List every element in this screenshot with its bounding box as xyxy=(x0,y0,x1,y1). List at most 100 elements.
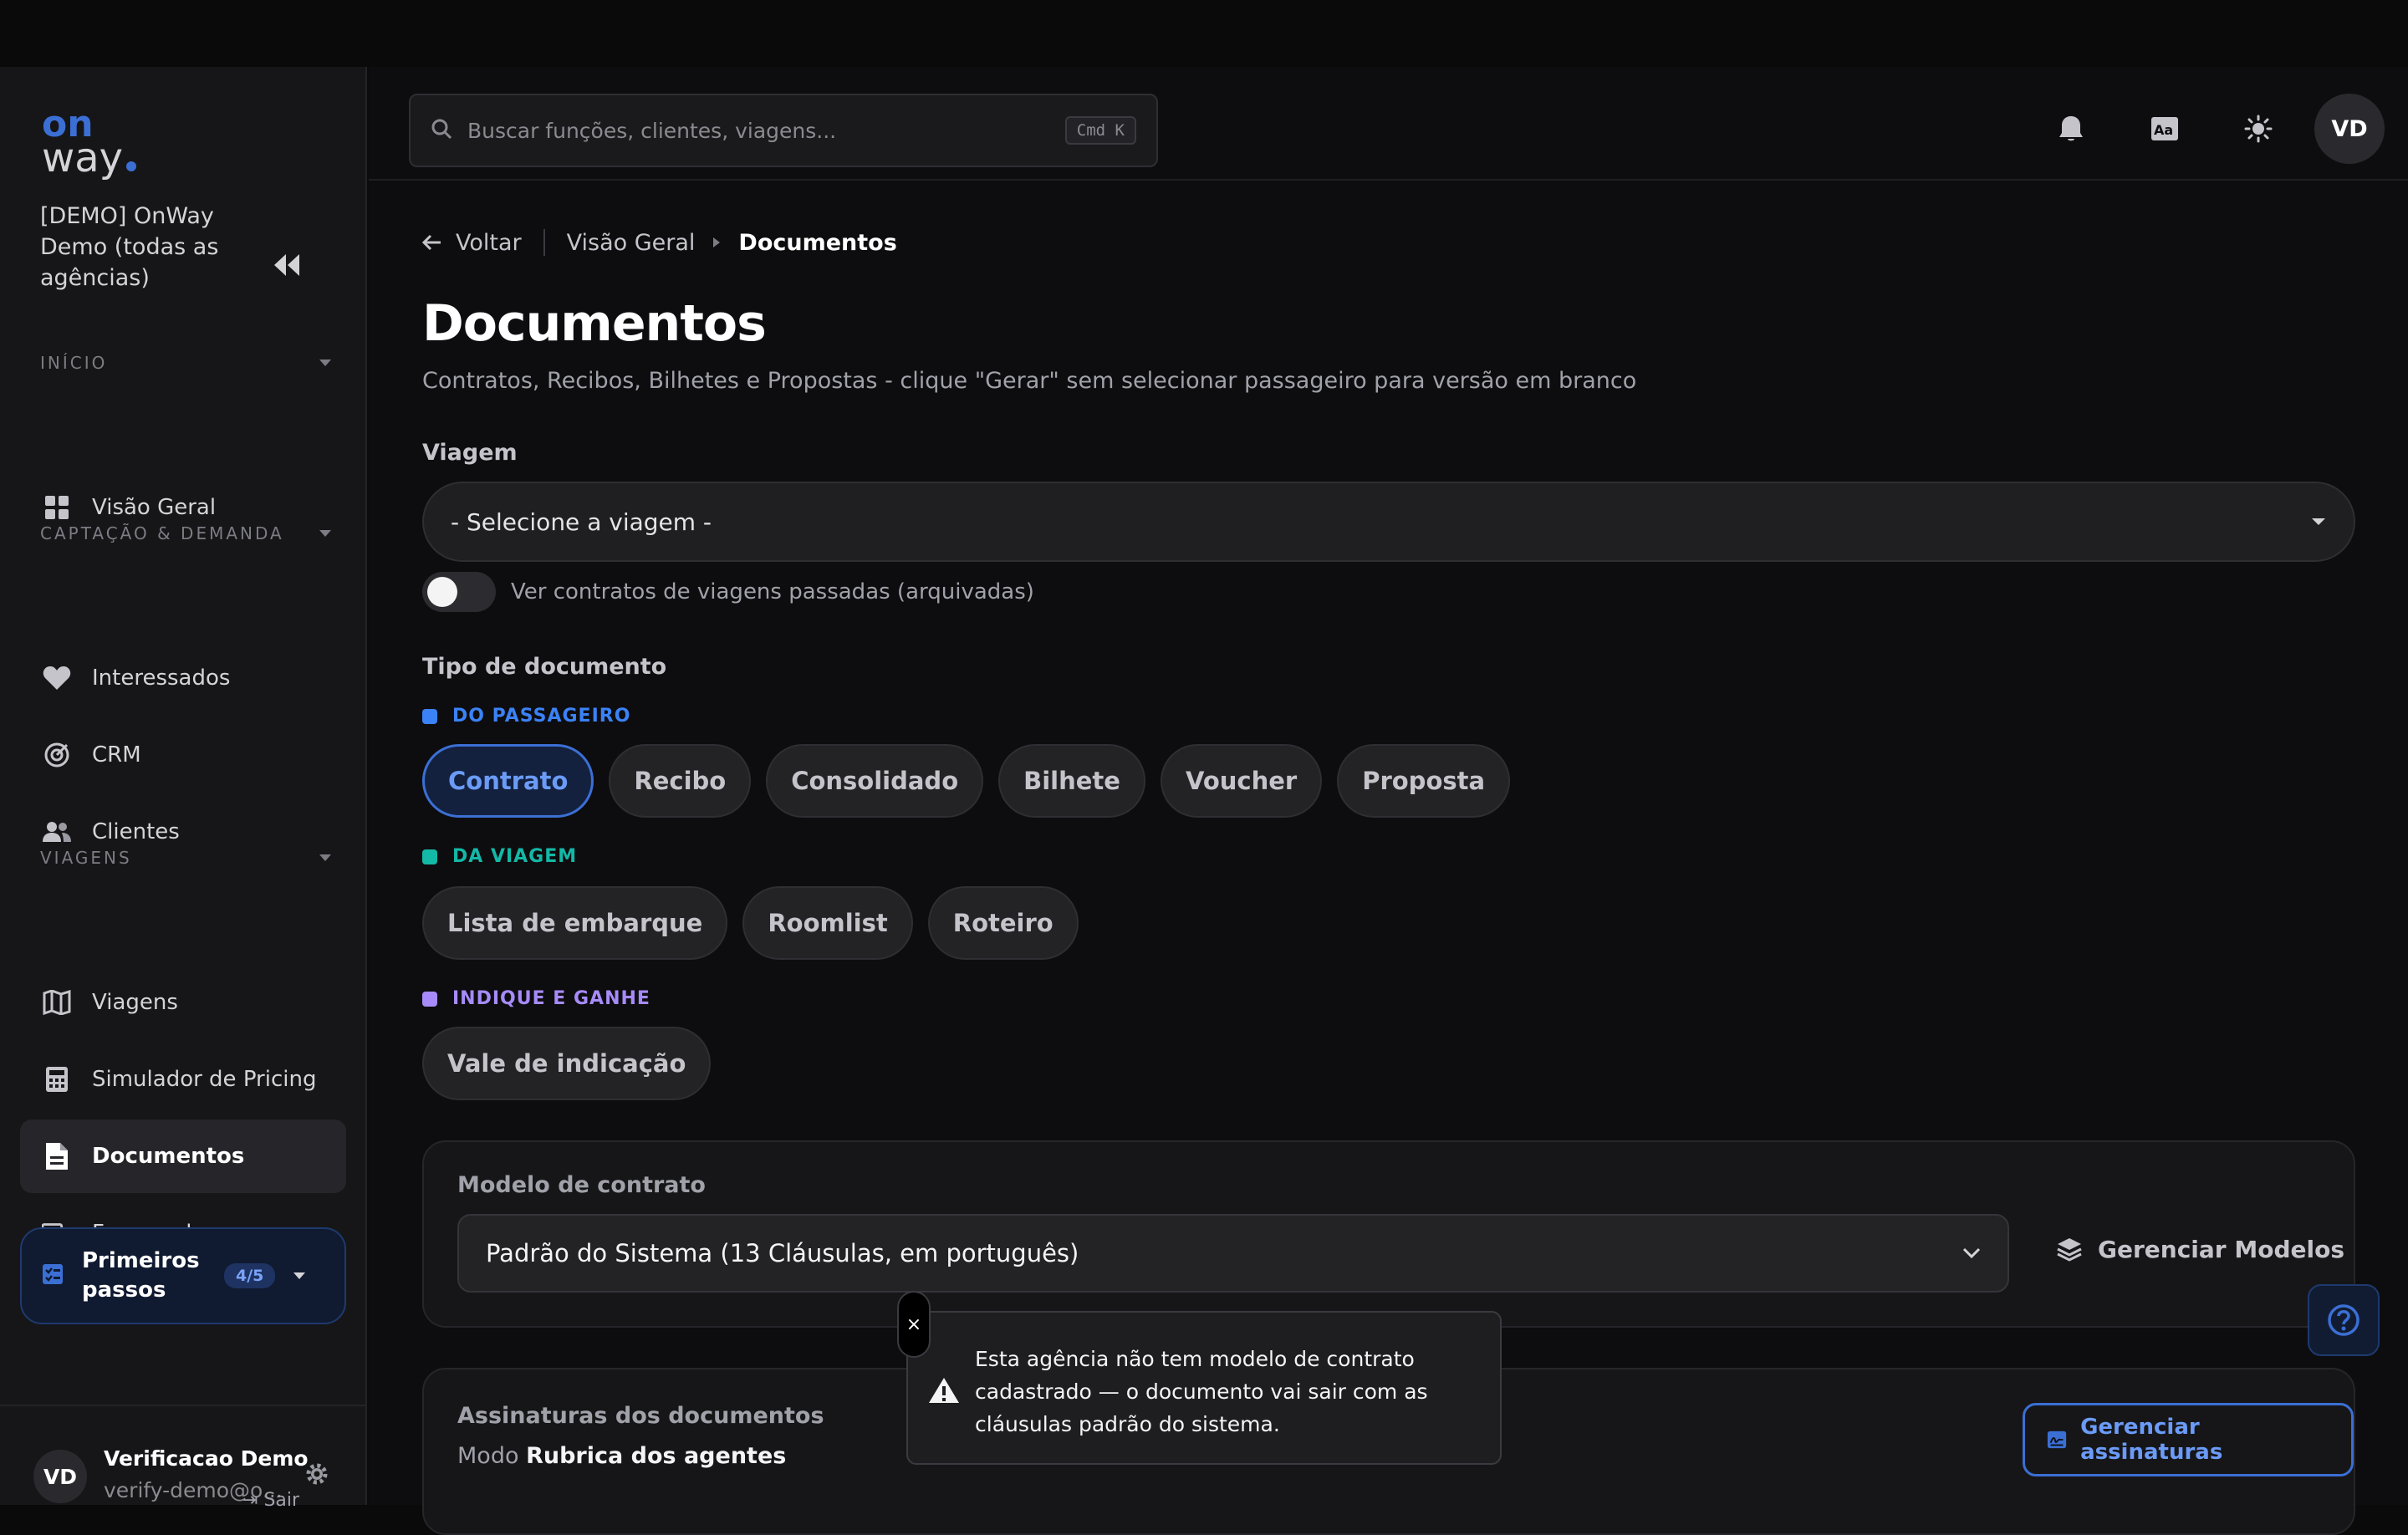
sidebar-item-label: Viagens xyxy=(92,990,178,1015)
help-button[interactable] xyxy=(2308,1284,2380,1356)
svg-text:Aa: Aa xyxy=(2154,122,2173,138)
logout-link[interactable]: ⇥ Sair xyxy=(242,1490,299,1511)
signature-mode-value: Rubrica dos agentes xyxy=(526,1443,787,1469)
sidebar-item-viagens[interactable]: Viagens xyxy=(20,966,346,1039)
archived-toggle[interactable] xyxy=(422,572,496,612)
sidebar-item-label: CRM xyxy=(92,742,141,768)
contract-model-select[interactable]: Padrão do Sistema (13 Cláusulas, em port… xyxy=(457,1214,2009,1293)
signature-mode-prefix: Modo xyxy=(457,1443,519,1469)
chevron-down-icon xyxy=(1962,1247,1981,1259)
chip-roomlist[interactable]: Roomlist xyxy=(742,886,913,960)
chip-vale-indicacao[interactable]: Vale de indicação xyxy=(422,1027,712,1100)
section-captacao[interactable]: CAPTAÇÃO & DEMANDA xyxy=(40,523,333,543)
group-color-marker xyxy=(422,991,437,1007)
heart-icon xyxy=(42,663,72,693)
section-label: CAPTAÇÃO & DEMANDA xyxy=(40,523,284,543)
chip-voucher[interactable]: Voucher xyxy=(1160,744,1323,818)
logout-icon: ⇥ xyxy=(242,1490,258,1511)
search-shortcut: Cmd K xyxy=(1064,116,1136,145)
chip-recibo[interactable]: Recibo xyxy=(609,744,752,818)
page-title: Documentos xyxy=(422,294,767,353)
manage-signatures-label: Gerenciar assinaturas xyxy=(2080,1415,2223,1465)
gear-icon[interactable] xyxy=(304,1461,329,1490)
contract-model-card: Modelo de contrato Padrão do Sistema (13… xyxy=(422,1140,2355,1328)
first-steps-progress: 4/5 xyxy=(224,1263,276,1288)
sidebar-item-label: Simulador de Pricing xyxy=(92,1067,317,1092)
chevron-right-icon xyxy=(713,237,721,247)
logo-dot xyxy=(126,161,137,171)
document-icon xyxy=(42,1141,72,1171)
chip-consolidado[interactable]: Consolidado xyxy=(766,744,984,818)
chevron-down-icon xyxy=(319,854,331,861)
sidebar-item-label: Visão Geral xyxy=(92,495,217,520)
warning-toast: Esta agência não tem modelo de contrato … xyxy=(906,1311,1502,1465)
chip-proposta[interactable]: Proposta xyxy=(1337,744,1511,818)
section-viagens[interactable]: VIAGENS xyxy=(40,848,333,868)
section-inicio[interactable]: INÍCIO xyxy=(40,353,333,373)
user-profile[interactable]: VD Verificacao Demo verify-demo@o... xyxy=(0,1405,367,1505)
chip-bilhete[interactable]: Bilhete xyxy=(998,744,1145,818)
chip-roteiro[interactable]: Roteiro xyxy=(927,886,1079,960)
arrow-left-icon xyxy=(422,234,441,251)
sidebar-item-interessados[interactable]: Interessados xyxy=(20,641,346,715)
checklist-icon xyxy=(42,1263,64,1288)
manage-models-label: Gerenciar Modelos xyxy=(2098,1236,2344,1263)
avatar: VD xyxy=(33,1450,87,1503)
chevron-down-icon xyxy=(2312,518,2325,525)
chip-lista-embarque[interactable]: Lista de embarque xyxy=(422,886,728,960)
collapse-sidebar-icon[interactable] xyxy=(273,252,301,281)
chips-viagem: Lista de embarque Roomlist Roteiro xyxy=(422,886,1079,960)
breadcrumb-parent[interactable]: Visão Geral xyxy=(567,230,696,256)
map-icon xyxy=(42,987,72,1017)
group-color-marker xyxy=(422,849,437,864)
manage-signatures-button[interactable]: Gerenciar assinaturas xyxy=(2023,1403,2354,1476)
chevron-down-icon xyxy=(319,530,331,537)
search-placeholder: Buscar funções, clientes, viagens... xyxy=(467,118,837,143)
org-name[interactable]: [DEMO] OnWay Demo (todas as agências) xyxy=(40,201,274,293)
avatar[interactable]: VD xyxy=(2314,94,2385,164)
bell-icon[interactable] xyxy=(2048,105,2094,152)
sun-icon[interactable] xyxy=(2235,105,2282,152)
section-label: VIAGENS xyxy=(40,848,132,868)
signatures-label: Assinaturas dos documentos xyxy=(457,1403,824,1429)
sidebar-item-label: Interessados xyxy=(92,666,231,691)
target-icon xyxy=(42,740,72,770)
divider xyxy=(543,229,545,256)
first-steps-button[interactable]: Primeiros passos 4/5 xyxy=(20,1227,346,1324)
back-button[interactable]: Voltar xyxy=(422,230,522,256)
search-icon xyxy=(431,118,452,143)
top-header: Buscar funções, clientes, viagens... Cmd… xyxy=(369,67,2408,181)
search-input[interactable]: Buscar funções, clientes, viagens... Cmd… xyxy=(409,94,1158,167)
breadcrumb: Voltar Visão Geral Documentos xyxy=(422,229,897,256)
signature-mode: Modo Rubrica dos agentes xyxy=(457,1443,786,1469)
chevron-down-icon xyxy=(319,360,331,366)
trip-label: Viagem xyxy=(422,440,518,466)
trip-select-value: - Selecione a viagem - xyxy=(451,507,712,536)
manage-models-button[interactable]: Gerenciar Modelos xyxy=(2056,1236,2344,1263)
group-indique: INDIQUE E GANHE xyxy=(422,988,650,1009)
chips-indique: Vale de indicação xyxy=(422,1027,712,1100)
chip-contrato[interactable]: Contrato xyxy=(422,744,594,818)
page-subtitle: Contratos, Recibos, Bilhetes e Propostas… xyxy=(422,368,1637,394)
layers-icon xyxy=(2057,1237,2082,1262)
archived-toggle-row: Ver contratos de viagens passadas (arqui… xyxy=(422,572,1034,612)
sidebar-item-crm[interactable]: CRM xyxy=(20,718,346,792)
top-strip xyxy=(0,0,2408,67)
archived-toggle-label: Ver contratos de viagens passadas (arqui… xyxy=(511,579,1034,604)
onway-logo[interactable]: on way xyxy=(42,106,137,181)
group-viagem: DA VIAGEM xyxy=(422,846,577,867)
first-steps-label: Primeiros passos xyxy=(82,1248,200,1303)
translate-icon[interactable]: Aa xyxy=(2141,105,2188,152)
sidebar-item-label: Clientes xyxy=(92,819,180,844)
logo-way: way xyxy=(42,135,124,181)
signature-icon xyxy=(2047,1430,2067,1449)
doc-type-label: Tipo de documento xyxy=(422,654,667,680)
close-icon[interactable]: × xyxy=(897,1291,931,1358)
grid-icon xyxy=(42,492,72,523)
help-icon xyxy=(2328,1304,2360,1336)
users-icon xyxy=(42,817,72,847)
trip-select[interactable]: - Selecione a viagem - xyxy=(422,482,2355,562)
sidebar-item-simulador[interactable]: Simulador de Pricing xyxy=(20,1043,346,1116)
warning-icon xyxy=(928,1376,960,1408)
sidebar-item-documentos[interactable]: Documentos xyxy=(20,1119,346,1193)
